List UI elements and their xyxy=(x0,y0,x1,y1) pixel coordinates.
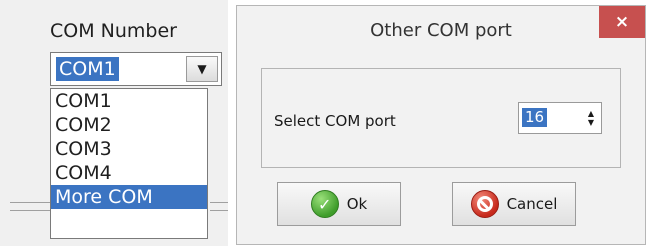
separator-line xyxy=(210,210,228,211)
ok-button[interactable]: ✓ Ok xyxy=(277,182,401,226)
ok-button-label: Ok xyxy=(346,195,368,213)
cancel-icon xyxy=(470,190,499,218)
combobox-selected-value: COM1 xyxy=(56,57,119,81)
com-number-panel: COM Number COM1 ▼ COM1 COM2 COM3 COM4 Mo… xyxy=(0,0,228,246)
com-number-combobox[interactable]: COM1 ▼ xyxy=(50,52,222,86)
list-item-more-com[interactable]: More COM xyxy=(51,185,207,209)
separator-line xyxy=(10,202,50,203)
spinbox-value[interactable]: 16 xyxy=(522,108,548,127)
list-item-com2[interactable]: COM2 xyxy=(51,113,207,137)
com-number-label: COM Number xyxy=(50,20,177,42)
list-item-com4[interactable]: COM4 xyxy=(51,161,207,185)
select-com-port-label: Select COM port xyxy=(274,112,396,130)
separator-line xyxy=(210,202,228,203)
chevron-down-icon: ▼ xyxy=(197,62,207,76)
port-group-box: Select COM port 16 ▲ ▼ xyxy=(261,68,621,168)
checkmark-icon: ✓ xyxy=(310,190,339,218)
cancel-button[interactable]: Cancel xyxy=(452,182,576,226)
com-port-spinbox[interactable]: 16 ▲ ▼ xyxy=(518,102,602,134)
dropdown-button[interactable]: ▼ xyxy=(186,56,218,82)
close-icon: × xyxy=(614,12,630,32)
spin-arrows[interactable]: ▲ ▼ xyxy=(584,105,598,131)
close-button[interactable]: × xyxy=(599,6,645,38)
dialog-title: Other COM port xyxy=(370,20,512,41)
list-item-com1[interactable]: COM1 xyxy=(51,89,207,113)
dialog-titlebar[interactable]: Other COM port × xyxy=(237,6,645,54)
cancel-button-label: Cancel xyxy=(506,195,558,213)
spin-up-icon[interactable]: ▲ xyxy=(588,109,594,118)
other-com-port-dialog: Other COM port × Select COM port 16 ▲ ▼ … xyxy=(236,5,646,245)
com-options-list: COM1 COM2 COM3 COM4 More COM xyxy=(50,88,208,239)
list-item-com3[interactable]: COM3 xyxy=(51,137,207,161)
separator-line xyxy=(10,210,50,211)
spin-down-icon[interactable]: ▼ xyxy=(588,118,594,127)
